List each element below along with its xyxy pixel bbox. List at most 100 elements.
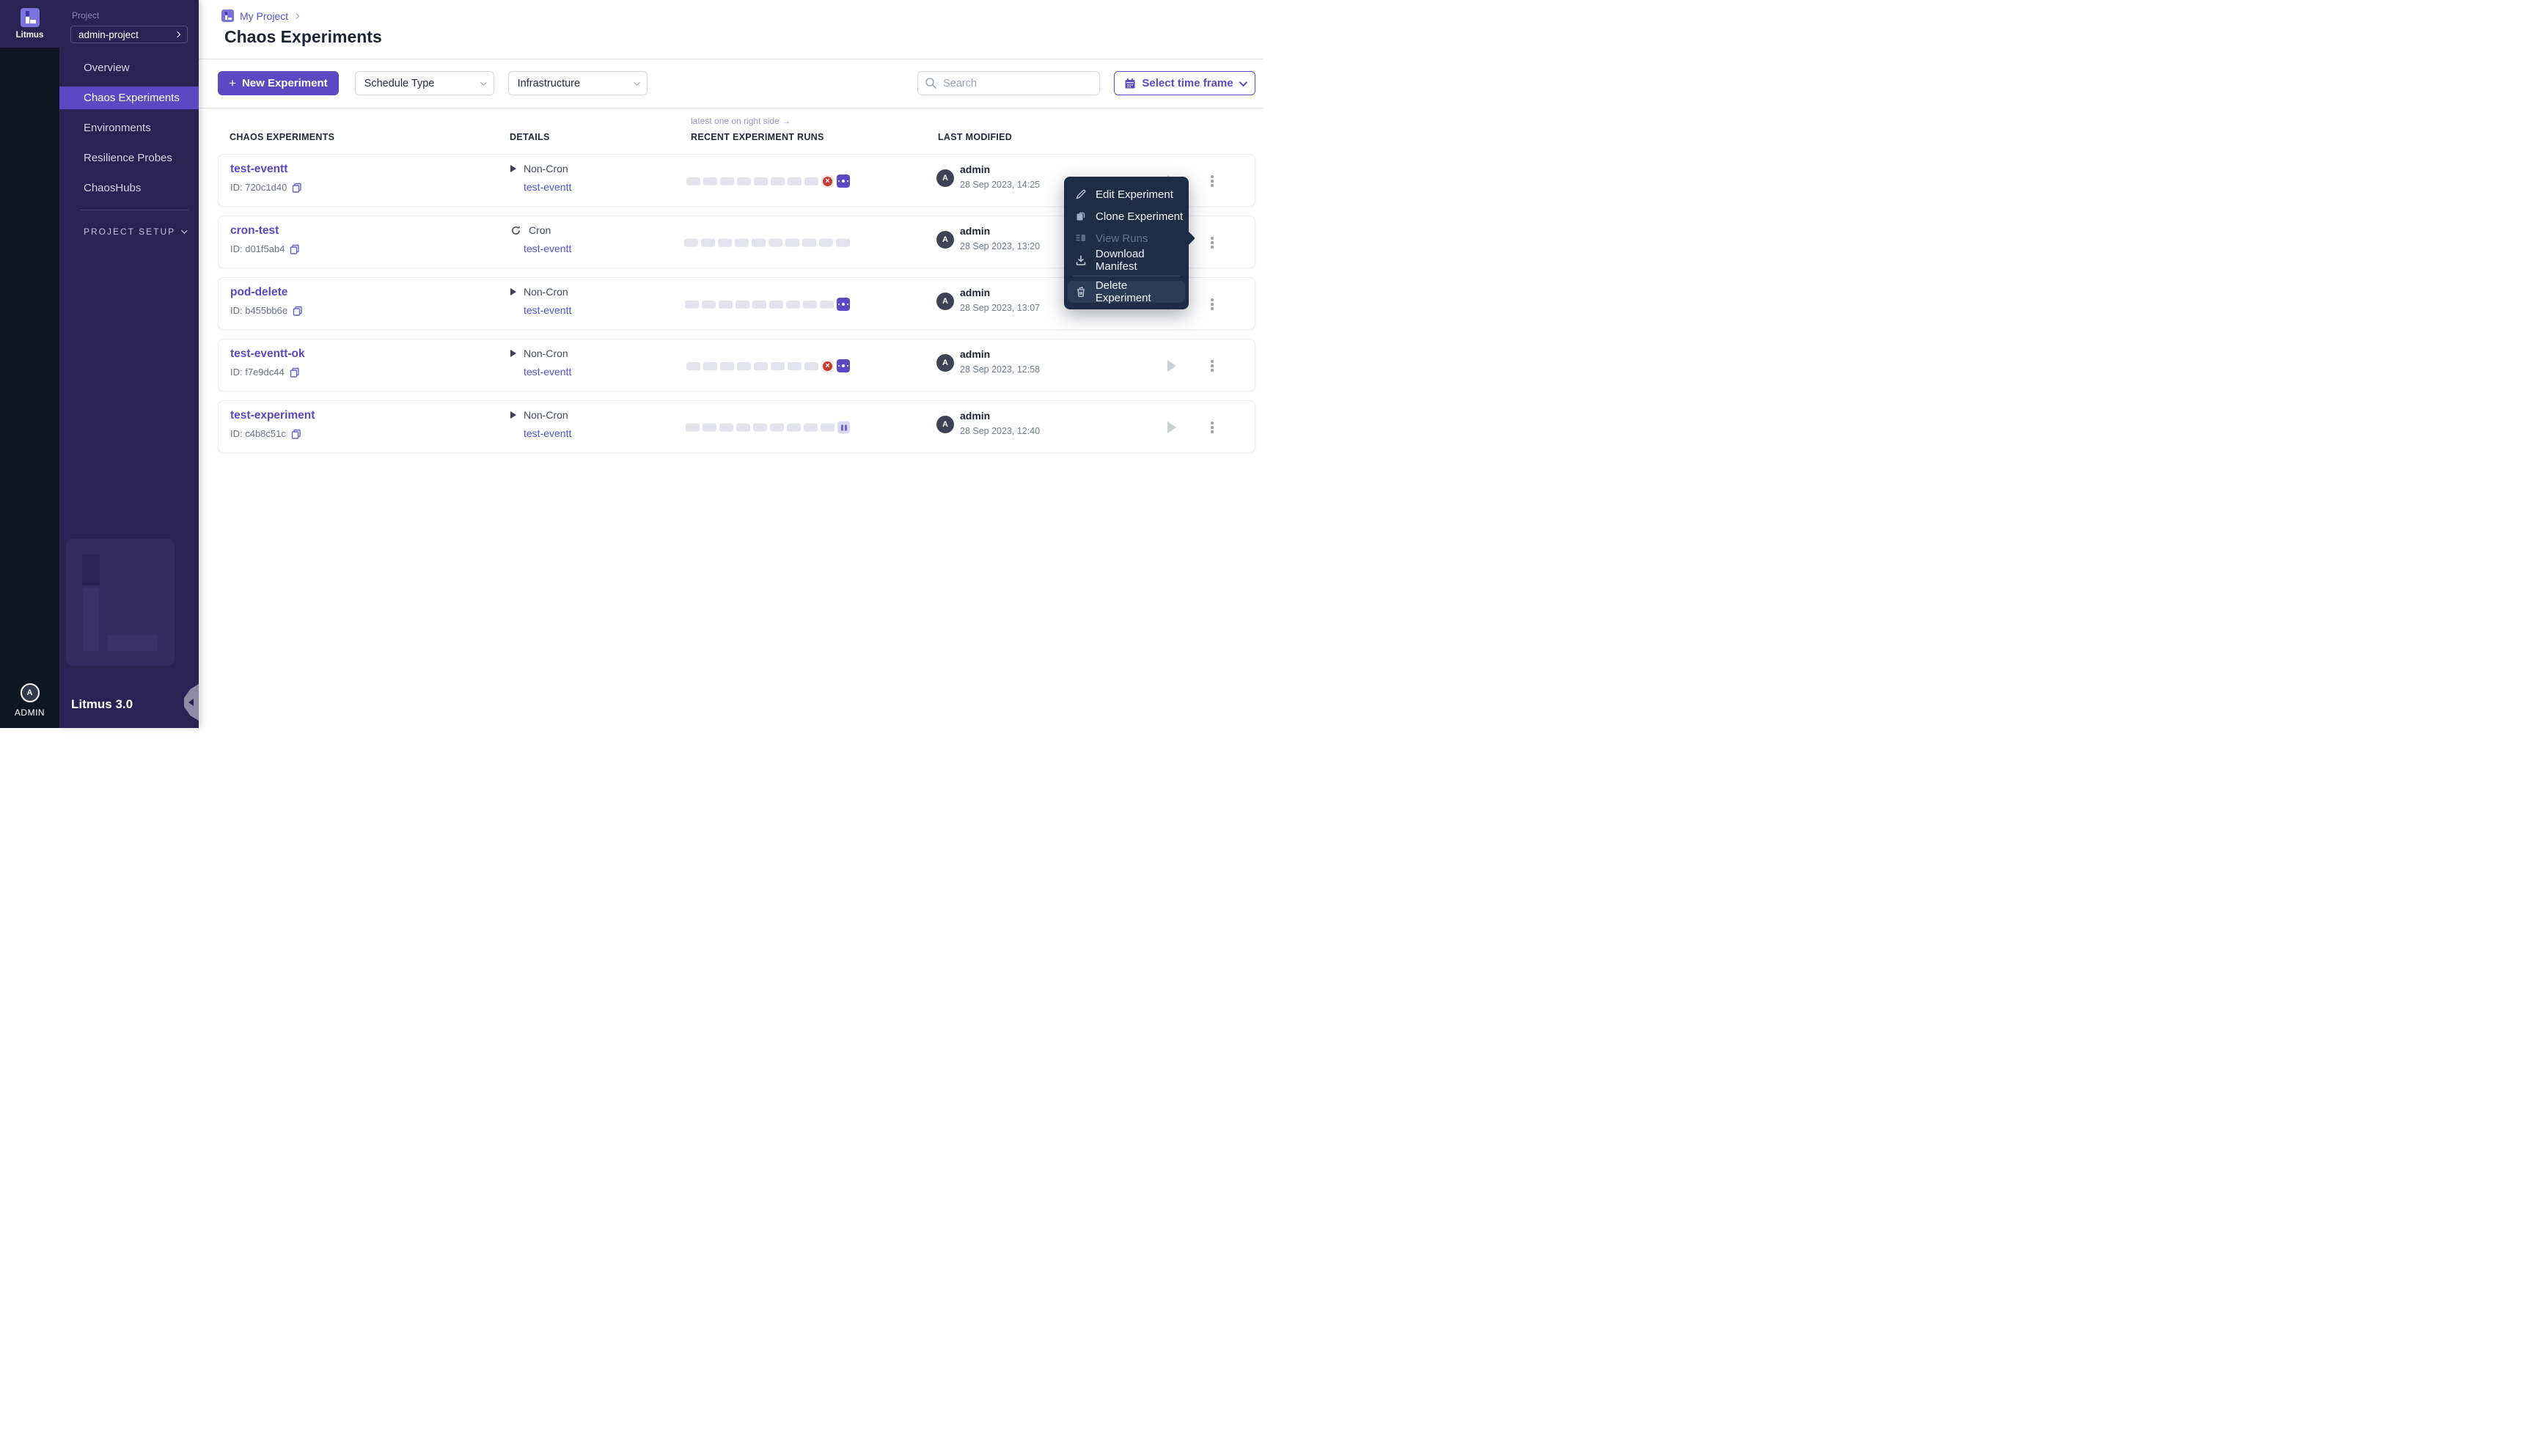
target-link[interactable]: test-eventt	[524, 366, 571, 378]
run-empty[interactable]	[769, 238, 782, 247]
select-time-frame-button[interactable]: Select time frame	[1114, 71, 1255, 95]
project-selector[interactable]: admin-project	[70, 26, 188, 43]
run-empty[interactable]	[701, 238, 715, 247]
project-setup-toggle[interactable]: PROJECT SETUP	[59, 227, 199, 237]
run-empty[interactable]	[735, 238, 749, 247]
run-empty[interactable]	[836, 238, 850, 247]
menu-item-view-runs[interactable]: View Runs	[1064, 227, 1189, 249]
table-header: latest one on right side → CHAOS EXPERIM…	[218, 114, 1255, 150]
run-empty[interactable]	[770, 423, 784, 432]
run-empty[interactable]	[785, 238, 799, 247]
run-empty[interactable]	[702, 300, 716, 309]
search-input[interactable]	[917, 71, 1100, 95]
run-paused[interactable]	[837, 421, 850, 434]
run-failed[interactable]	[821, 174, 834, 188]
sidebar-item-chaos-experiments[interactable]: Chaos Experiments	[59, 87, 199, 109]
run-empty[interactable]	[718, 238, 732, 247]
run-empty[interactable]	[685, 300, 699, 309]
run-empty[interactable]	[703, 177, 717, 185]
sidebar-item-chaoshubs[interactable]: ChaosHubs	[59, 177, 199, 199]
row-menu-button[interactable]	[1205, 232, 1220, 253]
run-empty[interactable]	[803, 300, 817, 309]
run-empty[interactable]	[788, 177, 802, 185]
run-empty[interactable]	[686, 423, 700, 432]
run-empty[interactable]	[769, 300, 783, 309]
run-empty[interactable]	[787, 423, 801, 432]
run-empty[interactable]	[804, 177, 818, 185]
run-empty[interactable]	[736, 423, 750, 432]
run-empty[interactable]	[804, 361, 818, 370]
target-link[interactable]: test-eventt	[524, 304, 571, 316]
run-empty[interactable]	[752, 300, 766, 309]
row-menu-button[interactable]	[1205, 417, 1220, 438]
user-block[interactable]: A ADMIN	[0, 683, 59, 718]
run-empty[interactable]	[703, 423, 716, 432]
new-experiment-button[interactable]: + New Experiment	[218, 71, 339, 95]
run-empty[interactable]	[820, 300, 834, 309]
target-link[interactable]: test-eventt	[524, 427, 571, 439]
table-row[interactable]: test-experiment ID: c4b8c51c Non-Cron te…	[218, 400, 1255, 453]
run-empty[interactable]	[686, 177, 700, 185]
run-empty[interactable]	[686, 361, 700, 370]
run-empty[interactable]	[737, 177, 751, 185]
run-empty[interactable]	[771, 177, 785, 185]
run-experiment-button[interactable]	[1167, 422, 1176, 433]
avatar: A	[936, 231, 954, 249]
run-empty[interactable]	[754, 361, 768, 370]
run-empty[interactable]	[719, 300, 733, 309]
run-failed[interactable]	[821, 359, 834, 372]
run-empty[interactable]	[821, 423, 835, 432]
experiment-name-link[interactable]: cron-test	[230, 224, 279, 237]
run-empty[interactable]	[771, 361, 785, 370]
schedule-type-select[interactable]: Schedule Type	[354, 71, 494, 95]
modified-date: 28 Sep 2023, 13:07	[960, 303, 1041, 313]
sidebar-item-resilience-probes[interactable]: Resilience Probes	[59, 147, 199, 169]
run-running[interactable]	[837, 359, 850, 372]
menu-item-delete-experiment[interactable]: Delete Experiment	[1068, 279, 1185, 304]
run-empty[interactable]	[752, 238, 766, 247]
breadcrumb-link[interactable]: My Project	[240, 10, 288, 22]
run-empty[interactable]	[736, 300, 749, 309]
brand-block[interactable]: Litmus	[0, 0, 59, 48]
sidebar-item-environments[interactable]: Environments	[59, 117, 199, 139]
run-running[interactable]	[837, 298, 850, 311]
run-empty[interactable]	[754, 177, 768, 185]
menu-item-clone-experiment[interactable]: Clone Experiment	[1064, 205, 1189, 227]
menu-item-edit-experiment[interactable]: Edit Experiment	[1064, 183, 1189, 205]
row-menu-button[interactable]	[1205, 294, 1220, 315]
user-avatar[interactable]: A	[20, 683, 40, 702]
experiment-name-link[interactable]: test-experiment	[230, 409, 315, 422]
run-empty[interactable]	[719, 423, 733, 432]
run-empty[interactable]	[804, 423, 818, 432]
run-empty[interactable]	[720, 177, 734, 185]
target-link[interactable]: test-eventt	[524, 243, 571, 254]
run-empty[interactable]	[703, 361, 717, 370]
sidebar-item-overview[interactable]: Overview	[59, 56, 199, 79]
run-empty[interactable]	[819, 238, 833, 247]
row-menu-button[interactable]	[1205, 171, 1220, 191]
copy-icon[interactable]	[290, 367, 300, 378]
experiment-name-link[interactable]: pod-delete	[230, 286, 287, 298]
sidebar-collapse-handle[interactable]	[184, 684, 199, 721]
copy-icon[interactable]	[291, 429, 301, 439]
run-empty[interactable]	[788, 361, 802, 370]
run-empty[interactable]	[737, 361, 751, 370]
run-empty[interactable]	[802, 238, 816, 247]
experiment-name-link[interactable]: test-eventt-ok	[230, 348, 305, 360]
run-experiment-button[interactable]	[1167, 360, 1176, 372]
menu-item-download-manifest[interactable]: Download Manifest	[1064, 248, 1189, 273]
row-menu-button[interactable]	[1205, 356, 1220, 376]
run-empty[interactable]	[720, 361, 734, 370]
run-empty[interactable]	[786, 300, 800, 309]
infrastructure-select[interactable]: Infrastructure	[507, 71, 648, 95]
copy-icon[interactable]	[292, 183, 302, 193]
run-running[interactable]	[837, 174, 850, 188]
run-empty[interactable]	[684, 238, 698, 247]
copy-icon[interactable]	[290, 244, 300, 254]
target-link[interactable]: test-eventt	[524, 181, 571, 193]
copy-icon[interactable]	[293, 306, 303, 316]
table-row[interactable]: test-eventt-ok ID: f7e9dc44 Non-Cron tes…	[218, 339, 1255, 391]
col-details: DETAILS	[510, 132, 550, 142]
experiment-name-link[interactable]: test-eventt	[230, 163, 287, 175]
run-empty[interactable]	[753, 423, 767, 432]
